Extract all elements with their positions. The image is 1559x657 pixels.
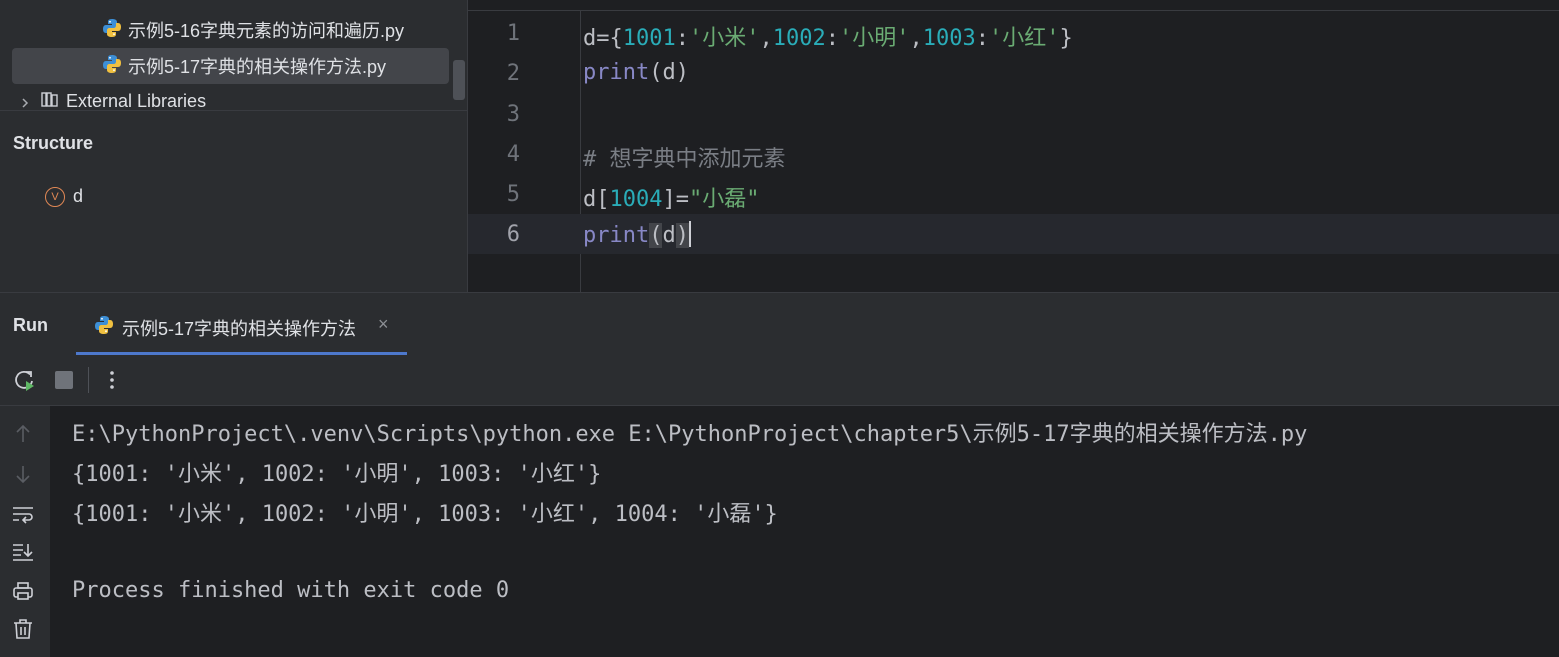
line-number: 1	[506, 21, 520, 46]
code-line[interactable]: 5 d[1004]="小磊"	[468, 174, 1559, 214]
rerun-icon[interactable]	[12, 368, 38, 399]
variable-icon: V	[45, 186, 65, 207]
token-builtin: print	[583, 223, 650, 248]
run-panel-title: Run	[13, 315, 48, 335]
token: :	[675, 26, 689, 51]
token-number: 1001	[622, 26, 676, 51]
line-number: 3	[506, 102, 520, 127]
tree-item-file-5-16[interactable]: 示例5-16字典元素的访问和遍历.py	[12, 12, 449, 48]
token: :	[975, 26, 989, 51]
token-string: '小米'	[688, 26, 760, 51]
token: d={	[583, 26, 623, 51]
token-number: 1002	[772, 26, 826, 51]
token-number: 1003	[922, 26, 976, 51]
token: ,	[759, 26, 773, 51]
structure-title: Structure	[13, 133, 94, 153]
code-line[interactable]: 2 print(d)	[468, 53, 1559, 93]
soft-wrap-icon[interactable]	[11, 502, 35, 526]
console-line: E:\PythonProject\.venv\Scripts\python.ex…	[72, 422, 1308, 447]
token: d[	[583, 187, 610, 212]
tree-item-file-5-17[interactable]: 示例5-17字典的相关操作方法.py	[12, 48, 449, 84]
code-line[interactable]: 1 d={1001:'小米',1002:'小明',1003:'小红'}	[468, 13, 1559, 53]
text-caret	[688, 221, 691, 247]
arrow-up-icon[interactable]	[11, 422, 35, 446]
run-tab[interactable]: 示例5-17字典的相关操作方法 ×	[76, 293, 407, 355]
console-line: {1001: '小米', 1002: '小明', 1003: '小红'}	[72, 462, 602, 487]
token: ]=	[662, 187, 689, 212]
line-number: 6	[506, 222, 520, 247]
token: d	[662, 223, 676, 248]
console-output[interactable]: E:\PythonProject\.venv\Scripts\python.ex…	[50, 406, 1559, 657]
token-paren-match: )	[675, 223, 689, 248]
code-line-current[interactable]: 6 print(d)	[468, 214, 1559, 254]
project-tree: 示例5-16字典元素的访问和遍历.py 示例5-17字典的相关操作方法.py E…	[0, 0, 467, 111]
token-number: 1004	[609, 187, 663, 212]
close-icon[interactable]: ×	[378, 314, 389, 335]
token: (	[649, 60, 663, 85]
code-text: d[1004]="小磊"	[583, 181, 759, 213]
chevron-right-icon[interactable]	[18, 94, 32, 108]
more-vertical-icon[interactable]	[104, 367, 120, 398]
tree-item-label: 示例5-16字典元素的访问和遍历.py	[128, 21, 405, 41]
line-number: 4	[506, 142, 520, 167]
structure-item-label: d	[73, 186, 84, 206]
tree-scrollbar[interactable]	[453, 60, 465, 100]
tree-item-label: 示例5-17字典的相关操作方法.py	[128, 57, 387, 77]
token: }	[1059, 26, 1073, 51]
token-string: "小磊"	[688, 187, 760, 212]
code-text: print(d)	[583, 221, 691, 248]
python-file-icon	[94, 315, 114, 340]
token: ,	[909, 26, 923, 51]
run-tab-label: 示例5-17字典的相关操作方法	[122, 319, 357, 339]
token-builtin: print	[583, 60, 650, 85]
python-file-icon	[102, 54, 122, 79]
structure-item-variable[interactable]: V d	[45, 186, 83, 207]
trash-icon[interactable]	[11, 617, 35, 641]
token-string: '小明'	[838, 26, 910, 51]
editor-top-border	[468, 10, 1559, 11]
token: :	[825, 26, 839, 51]
code-line[interactable]: 4 # 想字典中添加元素	[468, 134, 1559, 174]
tree-item-label: External Libraries	[66, 90, 207, 111]
run-panel-header: Run 示例5-17字典的相关操作方法 ×	[0, 292, 1559, 356]
code-text: print(d)	[583, 60, 689, 85]
toolbar-separator	[88, 367, 89, 393]
console-line: Process finished with exit code 0	[72, 578, 510, 603]
code-line[interactable]: 3	[468, 94, 1559, 134]
print-icon[interactable]	[11, 579, 35, 603]
console-line: {1001: '小米', 1002: '小明', 1003: '小红', 100…	[72, 502, 778, 527]
run-toolbar	[0, 355, 1559, 406]
line-number: 5	[506, 182, 520, 207]
code-text: d={1001:'小米',1002:'小明',1003:'小红'}	[583, 20, 1073, 52]
token: d	[662, 60, 676, 85]
structure-panel: Structure V d	[0, 110, 467, 293]
stop-icon[interactable]	[55, 371, 73, 389]
code-comment: # 想字典中添加元素	[583, 147, 786, 172]
python-file-icon	[102, 18, 122, 43]
scroll-to-end-icon[interactable]	[11, 540, 35, 564]
code-editor[interactable]: 1 d={1001:'小米',1002:'小明',1003:'小红'} 2 pr…	[467, 0, 1559, 292]
line-number: 2	[506, 61, 520, 86]
token-string: '小红'	[988, 26, 1060, 51]
token-paren-match: (	[649, 223, 663, 248]
console-side-toolbar	[0, 406, 50, 657]
token: )	[675, 60, 689, 85]
arrow-down-icon[interactable]	[11, 462, 35, 486]
